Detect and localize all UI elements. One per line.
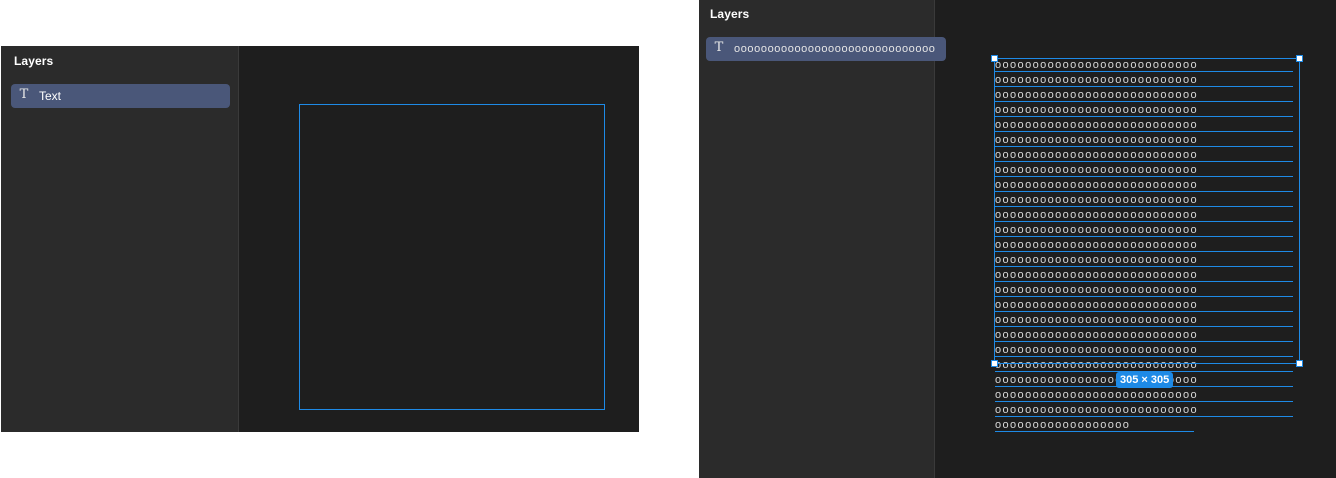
resize-handle-bottom-left[interactable]: [991, 360, 998, 367]
layer-item-label: oooooooooooooooooooooooooooooo: [734, 43, 936, 55]
selection-frame[interactable]: [991, 55, 1303, 367]
canvas[interactable]: ooooooooooooooooooooooooooo ooooooooooooo…: [935, 0, 1336, 478]
layers-panel-title: Layers: [710, 7, 750, 21]
text-line: ooooooooooooooooooooooooooo: [995, 403, 1293, 417]
text-line: ooooooooooooooooooooooooooo: [995, 388, 1293, 402]
text-line: oooooooooooooooooo: [995, 418, 1194, 432]
resize-handle-bottom-right[interactable]: [1296, 360, 1303, 367]
text-frame-outline[interactable]: [299, 104, 605, 410]
layer-item-text[interactable]: T Text: [11, 84, 230, 108]
text-type-icon: T: [714, 40, 724, 55]
layer-item-text[interactable]: T oooooooooooooooooooooooooooooo: [706, 37, 946, 61]
resize-handle-top-right[interactable]: [1296, 55, 1303, 62]
resize-handle-top-left[interactable]: [991, 55, 998, 62]
text-type-icon: T: [19, 87, 29, 102]
layers-panel: Layers T oooooooooooooooooooooooooooooo: [699, 0, 946, 478]
editor-after: Layers T oooooooooooooooooooooooooooooo …: [699, 0, 1336, 478]
editor-before: Layers T Text: [1, 46, 639, 432]
size-badge: 305 × 305: [1116, 372, 1174, 388]
canvas[interactable]: [239, 46, 639, 432]
layers-panel: Layers T Text: [1, 46, 239, 432]
layer-item-label: Text: [39, 89, 62, 103]
layers-panel-title: Layers: [14, 54, 54, 68]
